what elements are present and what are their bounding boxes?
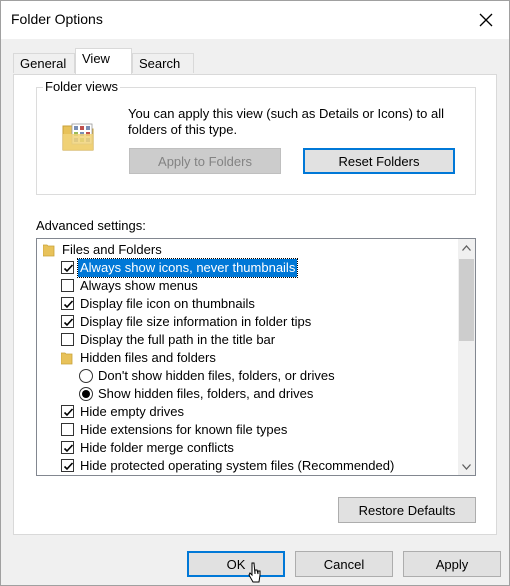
apply-to-folders-button[interactable]: Apply to Folders [129, 148, 281, 174]
folder-options-window: Folder Options General View Search Folde… [0, 0, 510, 586]
checkbox-unchecked-icon[interactable] [61, 279, 74, 292]
checkbox-checked-icon[interactable] [61, 441, 74, 454]
folder-views-legend: Folder views [43, 79, 120, 94]
title-bar: Folder Options [1, 1, 509, 39]
checkbox-unchecked-icon[interactable] [61, 333, 74, 346]
tree-item-label: Always show menus [80, 278, 198, 293]
cancel-button[interactable]: Cancel [295, 551, 393, 577]
tree-item-label: Display the full path in the title bar [80, 332, 276, 347]
tree-item-label: Don't show hidden files, folders, or dri… [98, 368, 335, 383]
folder-icon [43, 244, 55, 257]
folder-icon [61, 352, 73, 365]
tree-item-label: Hidden files and folders [80, 350, 216, 365]
tree-item-label: Files and Folders [62, 242, 162, 257]
checkbox-checked-icon[interactable] [61, 405, 74, 418]
restore-defaults-button[interactable]: Restore Defaults [338, 497, 476, 523]
tree-item-label: Hide extensions for known file types [80, 422, 288, 437]
checkbox-checked-icon[interactable] [61, 297, 74, 310]
radio-unselected-icon[interactable] [79, 369, 93, 383]
tree-scrollbar[interactable] [458, 239, 475, 475]
checkbox-checked-icon[interactable] [61, 459, 74, 472]
advanced-settings-tree[interactable]: Files and Folders Always show icons, neve… [36, 238, 476, 476]
reset-folders-button[interactable]: Reset Folders [303, 148, 455, 174]
window-title: Folder Options [11, 11, 103, 27]
tree-item-label: Hide protected operating system files (R… [80, 458, 395, 473]
tree-item-label: Hide empty drives [80, 404, 185, 419]
close-icon [479, 13, 493, 27]
scroll-down-arrow-icon[interactable] [458, 458, 475, 475]
apply-button[interactable]: Apply [403, 551, 501, 577]
tree-item-label: Always show icons, never thumbnails [76, 258, 299, 278]
mouse-cursor-icon [248, 562, 261, 583]
view-tab-panel: Folder views You can apply this view (su… [13, 74, 497, 535]
radio-selected-icon[interactable] [79, 387, 93, 401]
tab-general[interactable]: General [13, 53, 75, 73]
tree-item-label: Display file size information in folder … [80, 314, 312, 329]
tree-item-label: Show hidden files, folders, and drives [98, 386, 314, 401]
close-button[interactable] [463, 1, 509, 39]
scroll-up-arrow-icon[interactable] [458, 239, 475, 256]
ok-button[interactable]: OK [187, 551, 285, 577]
checkbox-checked-icon[interactable] [61, 315, 74, 328]
checkbox-unchecked-icon[interactable] [61, 423, 74, 436]
checkbox-checked-icon[interactable] [61, 261, 74, 274]
tab-view[interactable]: View [75, 48, 132, 74]
tree-item-label: Display file icon on thumbnails [80, 296, 255, 311]
folder-views-icon [62, 123, 94, 151]
tab-search[interactable]: Search [132, 53, 194, 73]
folder-views-group: Folder views You can apply this view (su… [36, 79, 476, 195]
scroll-thumb[interactable] [459, 259, 474, 341]
tree-item-label: Hide folder merge conflicts [80, 440, 234, 455]
folder-views-description: You can apply this view (such as Details… [128, 106, 445, 137]
advanced-settings-label: Advanced settings: [36, 218, 146, 233]
